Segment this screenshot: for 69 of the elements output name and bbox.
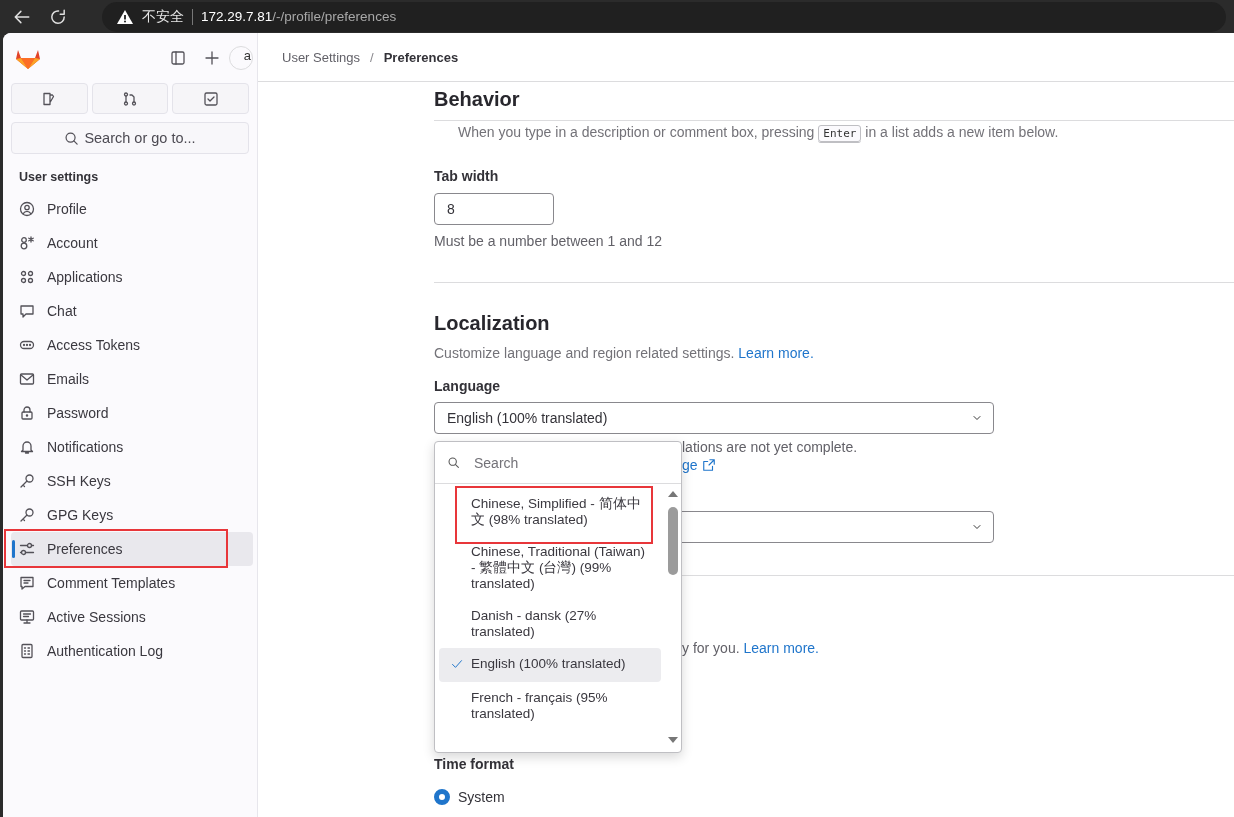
description-text: y for you. Learn more.	[682, 640, 819, 656]
sidebar-item[interactable]: Notifications	[11, 430, 253, 464]
sidebar-item[interactable]: Comment Templates	[11, 566, 253, 600]
user-circle-icon	[19, 201, 35, 217]
language-option[interactable]: Chinese, Simplified - 简体中文 (98% translated)	[439, 488, 661, 536]
checkbox-icon	[202, 90, 219, 107]
field-label: Tab width	[434, 168, 500, 184]
learn-more-link[interactable]: Learn more.	[738, 345, 814, 361]
tab-width-field[interactable]: 8	[434, 193, 554, 225]
warning-icon	[116, 8, 134, 25]
merge-requests-button[interactable]	[91, 83, 169, 114]
language-option[interactable]: Chinese, Traditional (Taiwan) - 繁體中文 (台灣) (99% translated)	[439, 536, 661, 600]
description-text: Customize language and region related settings. Learn more.	[434, 345, 815, 361]
language-select[interactable]: English (100% translated)	[434, 402, 994, 434]
sidebar-item[interactable]: Authentication Log	[11, 634, 253, 668]
sidebar-item[interactable]: Active Sessions	[11, 600, 253, 634]
section-heading: Behavior	[434, 88, 521, 111]
learn-more-link[interactable]: Learn more.	[743, 640, 819, 656]
user-gear-icon	[19, 235, 35, 251]
sidebar-item[interactable]: Password	[11, 396, 253, 430]
sidebar-item[interactable]: Preferences	[11, 532, 253, 566]
language-option[interactable]: English (100% translated)	[439, 648, 661, 682]
grid-icon	[19, 269, 35, 285]
todo-button[interactable]	[172, 83, 249, 114]
url-text: 172.29.7.81/-/profile/preferences	[201, 9, 397, 24]
search-icon	[447, 456, 460, 469]
description-text: When you type in a description or comment box, pressing Enter in a list adds a new item below.	[457, 124, 1060, 140]
security-label: 不安全	[142, 7, 184, 26]
sidebar-item[interactable]: GPG Keys	[11, 498, 253, 532]
issues-button[interactable]	[11, 83, 88, 114]
sidebar-panel-icon	[170, 50, 186, 66]
help-text: Must be a number between 1 and 12	[434, 233, 664, 249]
key-icon	[19, 507, 35, 523]
field-label: Language	[434, 378, 502, 394]
section-title: User settings	[19, 170, 100, 184]
breadcrumb-link[interactable]: User Settings	[282, 49, 361, 65]
sidebar-item[interactable]: Applications	[11, 260, 253, 294]
lock-icon	[19, 405, 35, 421]
help-link[interactable]: ge	[682, 457, 698, 473]
breadcrumb-separator: /	[370, 49, 374, 65]
address-bar[interactable]: 不安全 172.29.7.81/-/profile/preferences	[102, 1, 1226, 32]
search-icon	[64, 130, 80, 146]
language-option[interactable]: Danish - dansk (27% translated)	[439, 600, 661, 648]
envelope-icon	[19, 371, 35, 387]
field-label: Time format	[434, 756, 515, 772]
search-button[interactable]: Search or go to...	[11, 122, 249, 154]
sidebar-item[interactable]: Profile	[11, 192, 253, 226]
section-heading: Localization	[434, 312, 551, 335]
sliders-icon	[19, 541, 35, 557]
sidebar-item[interactable]: Account	[11, 226, 253, 260]
language-option[interactable]: French - français (95% translated)	[439, 682, 661, 730]
sidebar-item[interactable]: Emails	[11, 362, 253, 396]
help-text: lations are not yet complete.	[682, 439, 858, 455]
monitor-icon	[19, 609, 35, 625]
sidebar-item[interactable]: SSH Keys	[11, 464, 253, 498]
breadcrumb-link[interactable]: Preferences	[383, 49, 459, 65]
plus-icon	[204, 50, 220, 66]
log-icon	[19, 643, 35, 659]
comment-icon	[19, 575, 35, 591]
reload-icon	[49, 7, 67, 26]
merge-request-icon	[122, 90, 138, 107]
radio-option[interactable]: System	[434, 789, 1234, 805]
sidebar-item[interactable]: Chat	[11, 294, 253, 328]
external-link-icon	[701, 458, 716, 472]
check-icon	[451, 658, 463, 670]
key-icon	[19, 473, 35, 489]
bell-icon	[19, 439, 35, 455]
speech-bubble-icon	[19, 303, 35, 319]
sidebar-item[interactable]: Access Tokens	[11, 328, 253, 362]
